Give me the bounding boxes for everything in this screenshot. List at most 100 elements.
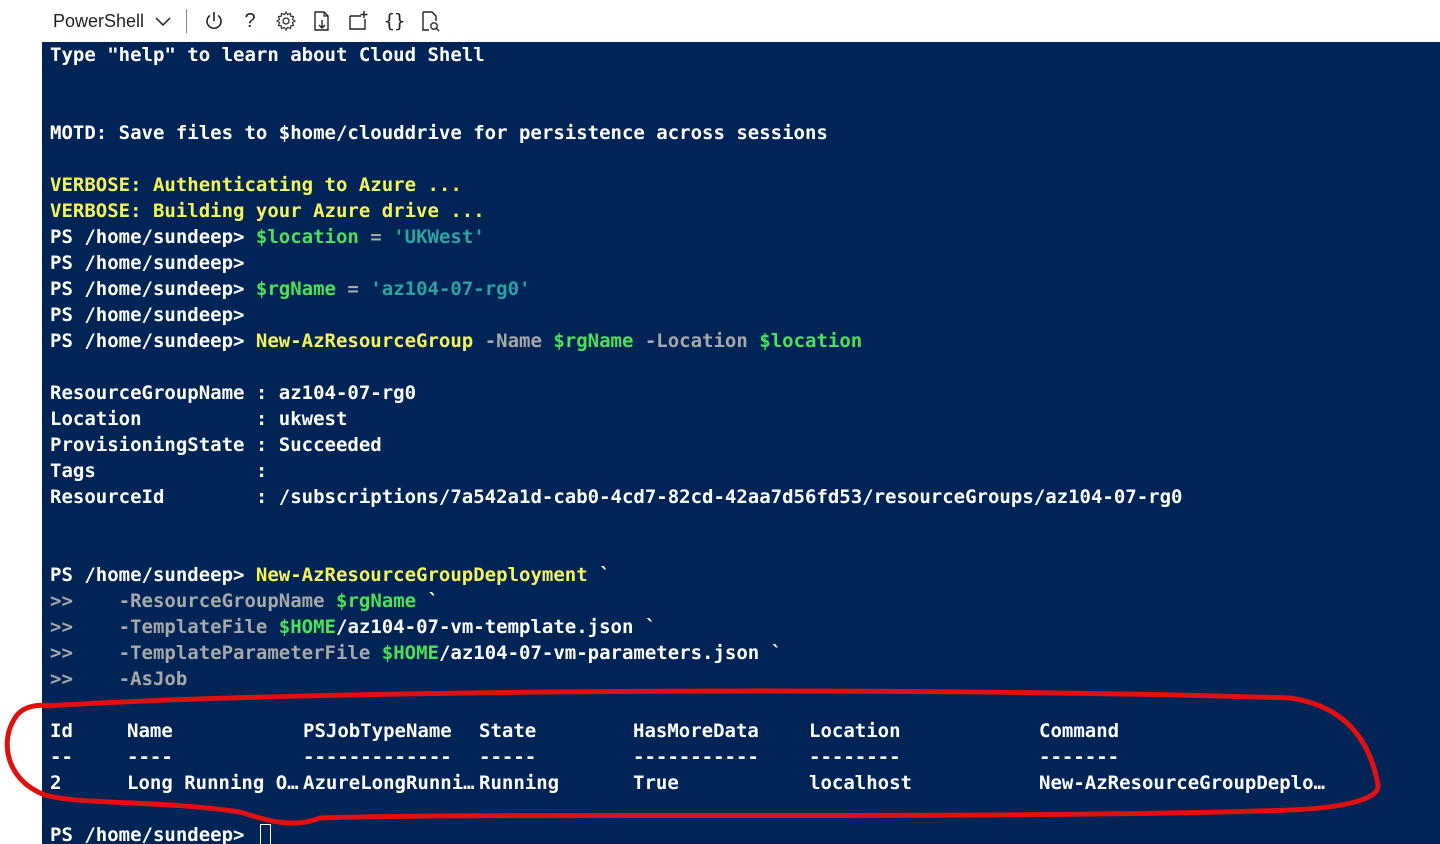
prompt: PS /home/sundeep> bbox=[50, 252, 256, 274]
job-name-cell: Long Running O… bbox=[127, 772, 299, 794]
gear-icon bbox=[275, 10, 297, 32]
parameter-token: -Name bbox=[473, 330, 554, 352]
output-key: ProvisioningState : bbox=[50, 434, 279, 456]
web-preview-button[interactable] bbox=[412, 3, 448, 39]
output-value: Succeeded bbox=[278, 434, 382, 456]
job-state-cell: Running bbox=[479, 772, 560, 794]
job-id-cell: 2 bbox=[50, 772, 62, 794]
operator-token: = bbox=[358, 226, 394, 248]
output-line: ProvisioningState : Succeeded bbox=[50, 432, 1182, 458]
header-underline: ------------- bbox=[303, 746, 452, 768]
final-prompt-line[interactable]: PS /home/sundeep> bbox=[50, 822, 271, 844]
output-line: Location : ukwest bbox=[50, 406, 1182, 432]
header-underline: ------- bbox=[1039, 746, 1120, 768]
column-header: PSJobTypeName bbox=[303, 720, 452, 742]
restart-button[interactable] bbox=[196, 3, 232, 39]
help-button[interactable]: ? bbox=[232, 3, 268, 39]
intro-line: Type "help" to learn about Cloud Shell bbox=[50, 44, 485, 66]
continuation-line: >> -ResourceGroupName $rgName ` bbox=[50, 588, 1182, 614]
column-header: Name bbox=[127, 720, 173, 742]
web-preview-icon bbox=[422, 11, 440, 32]
job-type-cell: AzureLongRunni… bbox=[303, 772, 475, 794]
variable-token: $HOME bbox=[381, 642, 439, 664]
output-key: Tags : bbox=[50, 460, 279, 482]
continuation-prompt: >> bbox=[50, 590, 73, 612]
continuation-line: >> -TemplateFile $HOME/az104-07-vm-templ… bbox=[50, 614, 1182, 640]
column-header: State bbox=[479, 720, 537, 742]
chevron-down-icon bbox=[155, 17, 171, 27]
prompt: PS /home/sundeep> bbox=[50, 304, 256, 326]
cmdlet-token: New-AzResourceGroupDeployment bbox=[255, 564, 588, 586]
output-key: ResourceId : bbox=[50, 486, 279, 508]
header-underline: ----- bbox=[479, 746, 537, 768]
table-row: 2 Long Running O… AzureLongRunni… Runnin… bbox=[50, 770, 1325, 796]
column-header: HasMoreData bbox=[633, 720, 759, 742]
toolbar-divider bbox=[186, 9, 188, 33]
line-continuation: ` bbox=[587, 564, 611, 586]
parameter-token: -Location bbox=[633, 330, 760, 352]
shell-type-label: PowerShell bbox=[53, 10, 145, 31]
line-continuation: ` bbox=[416, 590, 439, 612]
continuation-prompt: >> bbox=[50, 616, 73, 638]
header-underline: -- bbox=[50, 746, 73, 768]
job-location-cell: localhost bbox=[809, 772, 912, 794]
continuation-prompt: >> bbox=[50, 642, 73, 664]
command-line: PS /home/sundeep> New-AzResourceGroupDep… bbox=[50, 562, 1182, 588]
new-session-button[interactable] bbox=[340, 3, 376, 39]
variable-token: $HOME bbox=[278, 616, 336, 638]
cmdlet-token: New-AzResourceGroup bbox=[255, 330, 474, 352]
line-continuation: ` bbox=[759, 642, 783, 664]
output-key: ResourceGroupName : bbox=[50, 382, 279, 404]
cloud-shell-toolbar: PowerShell ? {} bbox=[42, 0, 1440, 42]
terminal-output: Type "help" to learn about Cloud Shell M… bbox=[50, 42, 1182, 692]
line-continuation: ` bbox=[633, 616, 657, 638]
jobs-table: Id Name PSJobTypeName State HasMoreData … bbox=[50, 718, 1325, 844]
continuation-line: >> -AsJob bbox=[50, 666, 1182, 692]
command-line: PS /home/sundeep> New-AzResourceGroup -N… bbox=[50, 328, 1182, 354]
shell-type-dropdown[interactable]: PowerShell bbox=[42, 0, 180, 42]
prompt: PS /home/sundeep> bbox=[50, 226, 256, 248]
jobs-table-header: Id Name PSJobTypeName State HasMoreData … bbox=[50, 718, 1119, 744]
terminal-cursor bbox=[259, 824, 271, 844]
verbose-line: VERBOSE: Authenticating to Azure ... bbox=[50, 174, 462, 196]
terminal-console[interactable]: Type "help" to learn about Cloud Shell M… bbox=[42, 42, 1440, 844]
prompt: PS /home/sundeep> bbox=[50, 824, 256, 844]
column-header: Location bbox=[809, 720, 901, 742]
parameter-token: -AsJob bbox=[72, 668, 188, 690]
open-editor-button[interactable]: {} bbox=[376, 3, 412, 39]
motd-line: MOTD: Save files to $home/clouddrive for… bbox=[50, 122, 828, 144]
variable-token: $rgName bbox=[255, 278, 336, 300]
help-icon: ? bbox=[244, 9, 256, 32]
upload-download-icon bbox=[314, 11, 329, 31]
variable-token: $rgName bbox=[336, 590, 417, 612]
string-token: 'az104-07-rg0' bbox=[370, 278, 531, 300]
upload-download-button[interactable] bbox=[304, 3, 340, 39]
command-line: PS /home/sundeep> $location = 'UKWest' bbox=[50, 224, 1182, 250]
output-value: /subscriptions/7a542a1d-cab0-4cd7-82cd-4… bbox=[278, 486, 1183, 508]
parameter-token: -TemplateFile bbox=[72, 616, 279, 638]
column-header: Id bbox=[50, 720, 73, 742]
variable-token: $location bbox=[759, 330, 863, 352]
operator-token: = bbox=[335, 278, 371, 300]
job-command-cell: New-AzResourceGroupDeplo… bbox=[1039, 772, 1325, 794]
jobs-table-underline: -- ---- ------------- ----- ----------- … bbox=[50, 744, 1119, 770]
output-line: ResourceGroupName : az104-07-rg0 bbox=[50, 380, 1182, 406]
command-line: PS /home/sundeep> bbox=[50, 302, 1182, 328]
command-line: PS /home/sundeep> bbox=[50, 250, 1182, 276]
prompt: PS /home/sundeep> bbox=[50, 330, 256, 352]
header-underline: ---- bbox=[127, 746, 173, 768]
header-underline: ----------- bbox=[633, 746, 759, 768]
header-underline: -------- bbox=[809, 746, 901, 768]
string-token: 'UKWest' bbox=[393, 226, 485, 248]
new-session-icon bbox=[349, 11, 368, 30]
editor-braces-icon: {} bbox=[383, 10, 406, 32]
settings-button[interactable] bbox=[268, 3, 304, 39]
path-token: /az104-07-vm-template.json bbox=[336, 616, 634, 638]
variable-token: $location bbox=[255, 226, 359, 248]
